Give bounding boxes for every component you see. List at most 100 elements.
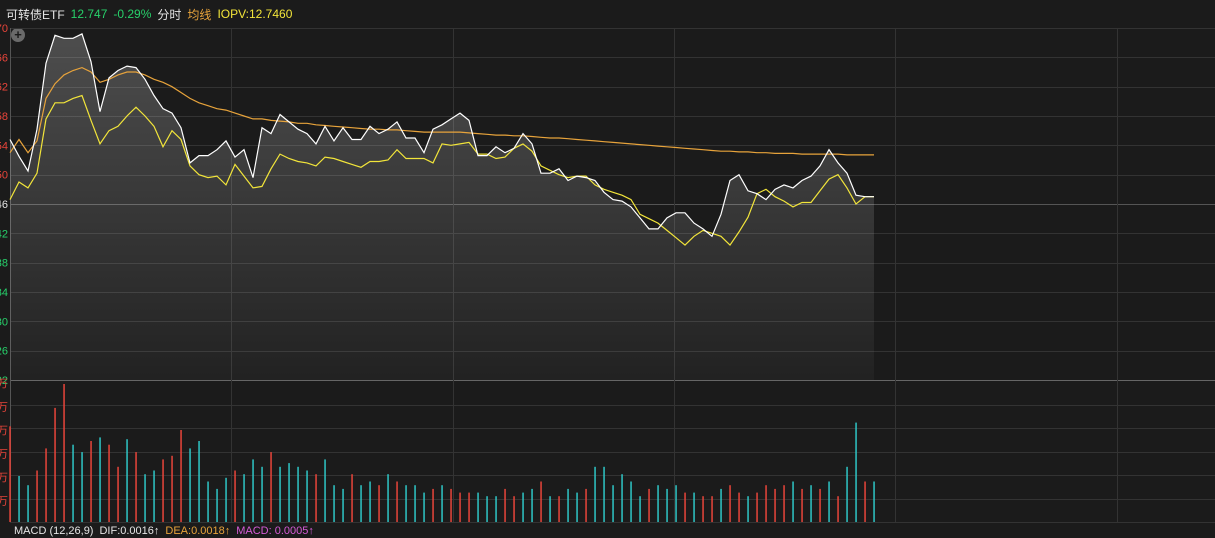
volume-bar: [801, 488, 803, 522]
macd-value: MACD: 0.0005: [236, 525, 309, 537]
volume-bar: [126, 439, 128, 522]
y-tick-label: 12.758: [0, 111, 8, 123]
volume-tick-label: 万: [0, 472, 8, 484]
volume-bar: [369, 481, 371, 522]
volume-bar: [873, 481, 875, 522]
volume-tick-label: 万: [0, 496, 8, 508]
price-area: [10, 33, 874, 381]
volume-tick-label: 万: [0, 449, 8, 461]
volume-bar: [396, 481, 398, 522]
volume-bar: [684, 492, 686, 522]
volume-bar: [135, 452, 137, 522]
volume-bar: [288, 463, 290, 522]
volume-bar: [459, 492, 461, 522]
volume-bar: [666, 488, 668, 522]
volume-bar: [828, 481, 830, 522]
price-axis: 12.770 12.766 12.762 12.758 12.754 12.750 12.7…: [0, 23, 8, 387]
volume-bar: [621, 474, 623, 522]
volume-tick-label: 万: [0, 378, 8, 390]
volume-bar: [810, 485, 812, 522]
volume-bar: [117, 466, 119, 522]
volume-bar: [630, 481, 632, 522]
volume-bar: [36, 470, 38, 522]
volume-bar: [270, 452, 272, 522]
y-tick-label: 12.770: [0, 23, 8, 35]
volume-bar: [540, 481, 542, 522]
volume-bar: [153, 470, 155, 522]
volume-bar: [495, 496, 497, 522]
macd-arrow-icon: ↑: [308, 525, 314, 537]
volume-bar: [576, 492, 578, 522]
y-tick-label: 12.738: [0, 258, 8, 270]
volume-bar: [144, 474, 146, 522]
dif-value: DIF:0.0016: [99, 525, 154, 537]
volume-bar: [279, 466, 281, 522]
volume-bar: [558, 496, 560, 522]
volume-bar: [693, 492, 695, 522]
volume-bar: [189, 448, 191, 522]
volume-bar: [378, 485, 380, 522]
volume-bar: [423, 492, 425, 522]
volume-tick-label: 万: [0, 425, 8, 437]
volume-bar: [450, 488, 452, 522]
volume-bar: [864, 481, 866, 522]
volume-bar: [756, 492, 758, 522]
volume-bar: [243, 474, 245, 522]
volume-bar: [315, 474, 317, 522]
volume-bar: [9, 426, 11, 522]
volume-bar: [702, 496, 704, 522]
dea-value: DEA:0.0018: [165, 525, 225, 537]
volume-bar: [333, 485, 335, 522]
volume-bar: [252, 459, 254, 522]
volume-bar: [603, 466, 605, 522]
volume-bar: [783, 485, 785, 522]
volume-bar: [324, 459, 326, 522]
macd-title: MACD (12,26,9): [14, 525, 94, 537]
volume-bar: [99, 437, 101, 522]
volume-bar: [765, 485, 767, 522]
volume-axis: 万万万万万万: [0, 378, 8, 508]
dea-arrow-icon: ↑: [224, 525, 231, 537]
volume-bar: [360, 485, 362, 522]
volume-bar: [54, 407, 56, 522]
volume-bar: [639, 496, 641, 522]
y-tick-label: 12.762: [0, 82, 8, 94]
volume-bar: [567, 488, 569, 522]
volume-bar: [225, 477, 227, 522]
y-tick-label: 12.742: [0, 228, 8, 240]
volume-bar: [180, 430, 182, 522]
y-tick-label: 12.730: [0, 316, 8, 328]
volume-bar: [846, 466, 848, 522]
volume-bar: [504, 488, 506, 522]
volume-bar: [351, 474, 353, 522]
volume-bar: [162, 459, 164, 522]
volume-bar: [792, 481, 794, 522]
volume-bar: [108, 444, 110, 522]
volume-bar: [720, 488, 722, 522]
volume-bar: [405, 485, 407, 522]
volume-bar: [441, 485, 443, 522]
volume-bar: [531, 488, 533, 522]
volume-bar: [306, 470, 308, 522]
volume-bar: [477, 492, 479, 522]
volume-bar: [72, 444, 74, 522]
y-tick-label: 12.766: [0, 52, 8, 64]
volume-bar: [774, 488, 776, 522]
volume-bar: [81, 452, 83, 522]
intraday-chart: 12.770 12.766 12.762 12.758 12.754 12.750 12.7…: [0, 23, 1215, 523]
volume-bar: [45, 448, 47, 522]
volume-bar: [738, 492, 740, 522]
y-tick-label: 12.746: [0, 199, 8, 211]
volume-tick-label: 万: [0, 402, 8, 414]
volume-bar: [657, 485, 659, 522]
volume-bar: [207, 481, 209, 522]
volume-bar: [648, 488, 650, 522]
dif-arrow-icon: ↑: [153, 525, 160, 537]
volume-bar: [414, 485, 416, 522]
y-tick-label: 12.734: [0, 287, 8, 299]
volume-bar: [594, 466, 596, 522]
volume-bar: [18, 476, 20, 522]
volume-bar: [711, 496, 713, 522]
volume-bar: [819, 488, 821, 522]
volume-bar: [675, 485, 677, 522]
